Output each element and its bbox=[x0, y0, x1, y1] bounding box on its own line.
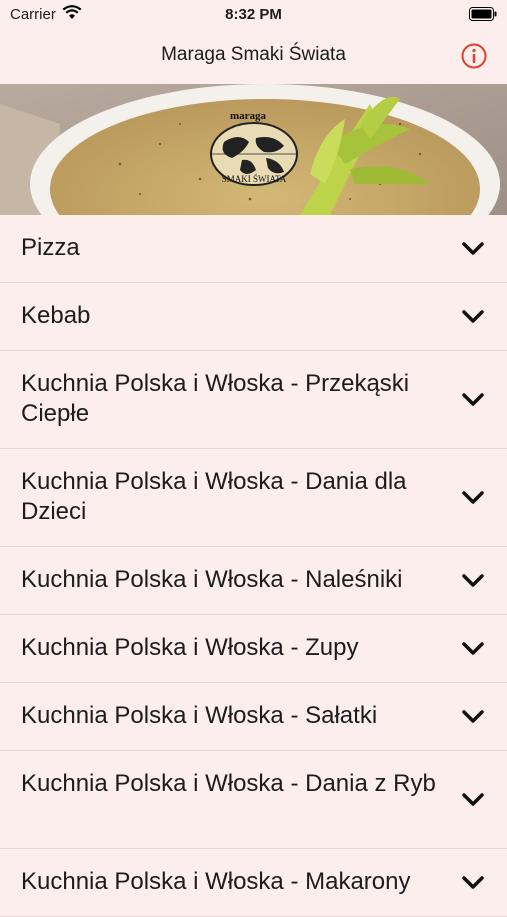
category-row[interactable]: Kuchnia Polska i Włoska - Sałatki bbox=[0, 683, 507, 751]
category-label: Kuchnia Polska i Włoska - Zupy bbox=[21, 634, 359, 661]
chevron-down-icon bbox=[462, 574, 484, 587]
chevron-down-icon bbox=[462, 793, 484, 806]
category-row[interactable]: Kebab bbox=[0, 283, 507, 351]
chevron-down-icon bbox=[462, 876, 484, 889]
category-label: Kuchnia Polska i Włoska - Sałatki bbox=[21, 702, 378, 729]
chevron-down-icon bbox=[462, 242, 484, 255]
status-bar: Carrier 8:32 PM bbox=[0, 0, 507, 28]
category-row[interactable]: Kuchnia Polska i Włoska - Zupy bbox=[0, 615, 507, 683]
category-row[interactable]: Pizza bbox=[0, 215, 507, 283]
category-label: Pizza bbox=[21, 234, 80, 261]
info-circle-icon[interactable] bbox=[461, 43, 487, 69]
category-row[interactable]: Kuchnia Polska i Włoska - Naleśniki bbox=[0, 547, 507, 615]
logo-top-text: maraga bbox=[230, 110, 267, 122]
category-label: Kuchnia Polska i Włoska - Dania dla Dzie… bbox=[21, 468, 407, 525]
chevron-down-icon bbox=[462, 710, 484, 723]
chevron-down-icon bbox=[462, 393, 484, 406]
category-row[interactable]: Kuchnia Polska i Włoska - Przekąski Ciep… bbox=[0, 351, 507, 449]
category-label: Kuchnia Polska i Włoska - Dania z Ryb bbox=[21, 770, 436, 797]
logo-bottom-text: SMAKI ŚWIATA bbox=[222, 174, 287, 184]
category-label: Kuchnia Polska i Włoska - Makarony bbox=[21, 868, 411, 895]
navigation-bar: Maraga Smaki Świata bbox=[0, 28, 507, 84]
category-row[interactable]: Kuchnia Polska i Włoska - Makarony bbox=[0, 849, 507, 917]
category-label: Kuchnia Polska i Włoska - Przekąski Ciep… bbox=[21, 370, 410, 427]
chevron-down-icon bbox=[462, 491, 484, 504]
battery-icon bbox=[469, 7, 497, 25]
page-title: Maraga Smaki Świata bbox=[161, 44, 346, 65]
banner-image: maraga SMAKI ŚWIATA bbox=[0, 84, 507, 215]
category-label: Kuchnia Polska i Włoska - Naleśniki bbox=[21, 566, 403, 593]
category-row[interactable]: Kuchnia Polska i Włoska - Dania dla Dzie… bbox=[0, 449, 507, 547]
category-list: Pizza Kebab Kuchnia Polska i Włoska - Pr… bbox=[0, 215, 507, 917]
category-label: Kebab bbox=[21, 302, 91, 329]
chevron-down-icon bbox=[462, 642, 484, 655]
clock-time: 8:32 PM bbox=[225, 6, 282, 23]
category-row[interactable]: Kuchnia Polska i Włoska - Dania z Ryb bbox=[0, 751, 507, 849]
chevron-down-icon bbox=[462, 310, 484, 323]
